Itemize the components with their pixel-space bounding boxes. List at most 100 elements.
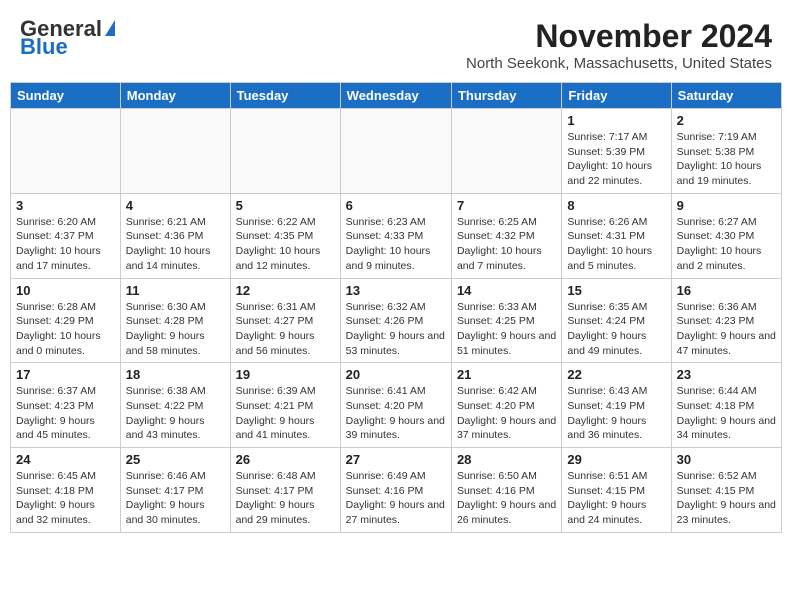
day-number: 15 [567,283,665,298]
calendar-cell-w2d7: 9 Sunrise: 6:27 AM Sunset: 4:30 PM Daylig… [671,193,781,278]
calendar-week-4: 17 Sunrise: 6:37 AM Sunset: 4:23 PM Dayli… [11,363,782,448]
calendar-cell-w5d3: 26Sunrise: 6:48 AM Sunset: 4:17 PM Dayli… [230,448,340,533]
calendar-header-friday: Friday [562,83,671,109]
calendar-cell-w1d6: 1Sunrise: 7:17 AM Sunset: 5:39 PM Daylig… [562,109,671,194]
calendar-cell-w3d2: 11Sunrise: 6:30 AM Sunset: 4:28 PM Dayli… [120,278,230,363]
day-number: 6 [346,198,446,213]
day-number: 30 [677,452,776,467]
day-info: Sunrise: 6:43 AM Sunset: 4:19 PM Dayligh… [567,384,665,443]
calendar-cell-w5d6: 29 Sunrise: 6:51 AM Sunset: 4:15 PM Dayli… [562,448,671,533]
header: General Blue November 2024 North Seekonk… [10,10,782,76]
calendar-cell-w4d2: 18Sunrise: 6:38 AM Sunset: 4:22 PM Dayli… [120,363,230,448]
day-number: 18 [126,367,225,382]
day-number: 23 [677,367,776,382]
logo-blue: Blue [20,36,68,58]
day-info: Sunrise: 6:26 AM Sunset: 4:31 PM Dayligh… [567,215,665,274]
calendar-header-thursday: Thursday [451,83,561,109]
day-info: Sunrise: 6:50 AM Sunset: 4:16 PM Dayligh… [457,469,556,528]
day-number: 17 [16,367,115,382]
day-number: 9 [677,198,776,213]
day-number: 16 [677,283,776,298]
calendar-cell-w3d5: 14 Sunrise: 6:33 AM Sunset: 4:25 PM Dayli… [451,278,561,363]
day-number: 2 [677,113,776,128]
day-number: 5 [236,198,335,213]
calendar-header-monday: Monday [120,83,230,109]
day-info: Sunrise: 6:20 AM Sunset: 4:37 PM Dayligh… [16,215,115,274]
day-info: Sunrise: 6:37 AM Sunset: 4:23 PM Dayligh… [16,384,115,443]
calendar-week-1: 1Sunrise: 7:17 AM Sunset: 5:39 PM Daylig… [11,109,782,194]
calendar-header-wednesday: Wednesday [340,83,451,109]
month-title: November 2024 [466,18,772,55]
day-info: Sunrise: 6:33 AM Sunset: 4:25 PM Dayligh… [457,300,556,359]
day-info: Sunrise: 6:42 AM Sunset: 4:20 PM Dayligh… [457,384,556,443]
calendar-cell-w2d1: 3 Sunrise: 6:20 AM Sunset: 4:37 PM Daylig… [11,193,121,278]
calendar-cell-w2d3: 5 Sunrise: 6:22 AM Sunset: 4:35 PM Daylig… [230,193,340,278]
calendar-cell-w4d6: 22Sunrise: 6:43 AM Sunset: 4:19 PM Dayli… [562,363,671,448]
calendar-cell-w2d5: 7 Sunrise: 6:25 AM Sunset: 4:32 PM Daylig… [451,193,561,278]
calendar-cell-w4d4: 20Sunrise: 6:41 AM Sunset: 4:20 PM Dayli… [340,363,451,448]
day-number: 28 [457,452,556,467]
day-number: 11 [126,283,225,298]
day-info: Sunrise: 6:39 AM Sunset: 4:21 PM Dayligh… [236,384,335,443]
calendar-cell-w5d7: 30 Sunrise: 6:52 AM Sunset: 4:15 PM Dayli… [671,448,781,533]
day-number: 12 [236,283,335,298]
day-number: 24 [16,452,115,467]
calendar-cell-w1d7: 2Sunrise: 7:19 AM Sunset: 5:38 PM Daylig… [671,109,781,194]
calendar-cell-w1d5 [451,109,561,194]
calendar-header-row: SundayMondayTuesdayWednesdayThursdayFrid… [11,83,782,109]
calendar-week-5: 24 Sunrise: 6:45 AM Sunset: 4:18 PM Dayli… [11,448,782,533]
day-info: Sunrise: 6:44 AM Sunset: 4:18 PM Dayligh… [677,384,776,443]
day-number: 4 [126,198,225,213]
day-number: 19 [236,367,335,382]
day-info: Sunrise: 6:35 AM Sunset: 4:24 PM Dayligh… [567,300,665,359]
title-area: November 2024 North Seekonk, Massachuset… [466,18,772,72]
calendar-cell-w3d4: 13Sunrise: 6:32 AM Sunset: 4:26 PM Dayli… [340,278,451,363]
day-number: 1 [567,113,665,128]
day-info: Sunrise: 6:22 AM Sunset: 4:35 PM Dayligh… [236,215,335,274]
calendar-header-saturday: Saturday [671,83,781,109]
logo: General Blue [20,18,115,58]
calendar-cell-w4d1: 17 Sunrise: 6:37 AM Sunset: 4:23 PM Dayli… [11,363,121,448]
calendar-cell-w1d2 [120,109,230,194]
day-info: Sunrise: 6:25 AM Sunset: 4:32 PM Dayligh… [457,215,556,274]
calendar-cell-w1d4 [340,109,451,194]
calendar-cell-w5d1: 24 Sunrise: 6:45 AM Sunset: 4:18 PM Dayli… [11,448,121,533]
location-title: North Seekonk, Massachusetts, United Sta… [466,55,772,72]
day-info: Sunrise: 6:48 AM Sunset: 4:17 PM Dayligh… [236,469,335,528]
day-info: Sunrise: 6:21 AM Sunset: 4:36 PM Dayligh… [126,215,225,274]
calendar-week-2: 3 Sunrise: 6:20 AM Sunset: 4:37 PM Daylig… [11,193,782,278]
day-number: 29 [567,452,665,467]
calendar-cell-w2d4: 6Sunrise: 6:23 AM Sunset: 4:33 PM Daylig… [340,193,451,278]
day-number: 25 [126,452,225,467]
calendar-cell-w4d7: 23 Sunrise: 6:44 AM Sunset: 4:18 PM Dayli… [671,363,781,448]
calendar-week-3: 10Sunrise: 6:28 AM Sunset: 4:29 PM Dayli… [11,278,782,363]
calendar-cell-w2d6: 8 Sunrise: 6:26 AM Sunset: 4:31 PM Daylig… [562,193,671,278]
day-number: 20 [346,367,446,382]
calendar-cell-w3d3: 12 Sunrise: 6:31 AM Sunset: 4:27 PM Dayli… [230,278,340,363]
calendar-cell-w5d2: 25 Sunrise: 6:46 AM Sunset: 4:17 PM Dayli… [120,448,230,533]
calendar-header-sunday: Sunday [11,83,121,109]
day-info: Sunrise: 6:51 AM Sunset: 4:15 PM Dayligh… [567,469,665,528]
day-info: Sunrise: 6:46 AM Sunset: 4:17 PM Dayligh… [126,469,225,528]
day-number: 27 [346,452,446,467]
day-info: Sunrise: 6:27 AM Sunset: 4:30 PM Dayligh… [677,215,776,274]
calendar: SundayMondayTuesdayWednesdayThursdayFrid… [10,82,782,533]
logo-icon [105,20,115,36]
day-number: 7 [457,198,556,213]
calendar-cell-w2d2: 4 Sunrise: 6:21 AM Sunset: 4:36 PM Daylig… [120,193,230,278]
day-number: 3 [16,198,115,213]
day-number: 14 [457,283,556,298]
calendar-cell-w1d1 [11,109,121,194]
day-number: 13 [346,283,446,298]
day-info: Sunrise: 6:52 AM Sunset: 4:15 PM Dayligh… [677,469,776,528]
calendar-cell-w1d3 [230,109,340,194]
calendar-cell-w5d4: 27Sunrise: 6:49 AM Sunset: 4:16 PM Dayli… [340,448,451,533]
calendar-cell-w4d3: 19 Sunrise: 6:39 AM Sunset: 4:21 PM Dayli… [230,363,340,448]
calendar-header-tuesday: Tuesday [230,83,340,109]
day-number: 8 [567,198,665,213]
day-info: Sunrise: 6:45 AM Sunset: 4:18 PM Dayligh… [16,469,115,528]
day-info: Sunrise: 6:31 AM Sunset: 4:27 PM Dayligh… [236,300,335,359]
calendar-cell-w3d7: 16Sunrise: 6:36 AM Sunset: 4:23 PM Dayli… [671,278,781,363]
calendar-cell-w3d6: 15 Sunrise: 6:35 AM Sunset: 4:24 PM Dayli… [562,278,671,363]
calendar-cell-w4d5: 21Sunrise: 6:42 AM Sunset: 4:20 PM Dayli… [451,363,561,448]
